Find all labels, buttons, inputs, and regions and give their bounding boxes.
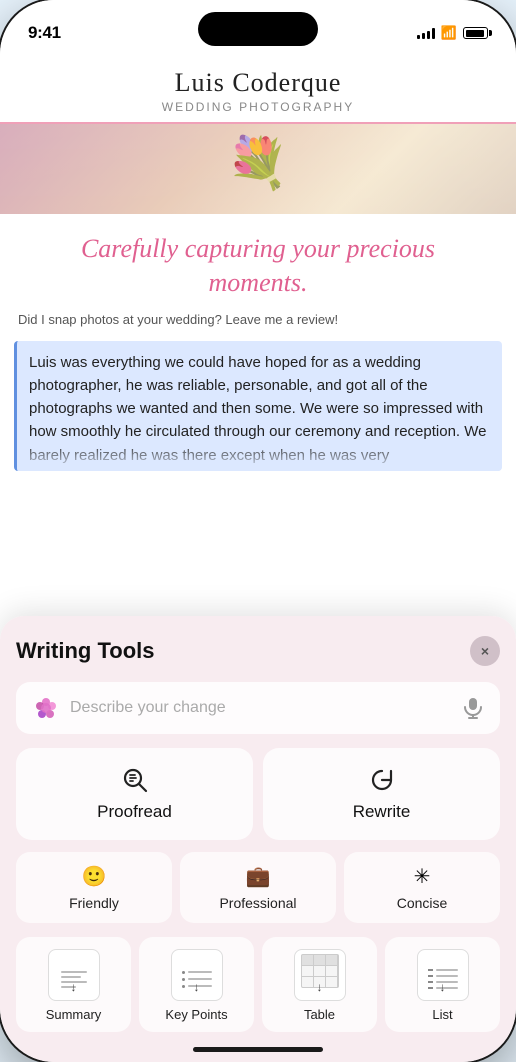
table-label: Table — [304, 1007, 335, 1022]
list-button[interactable]: ↓ List — [385, 937, 500, 1032]
rewrite-icon — [368, 766, 396, 794]
concise-icon: ✳ — [414, 864, 431, 889]
list-icon: ↓ — [417, 949, 469, 1001]
status-time: 9:41 — [28, 23, 61, 43]
table-button[interactable]: ↓ Table — [262, 937, 377, 1032]
site-subtitle: Wedding Photography — [20, 100, 496, 114]
summary-button[interactable]: ↓ Summary — [16, 937, 131, 1032]
summary-icon: ↓ — [48, 949, 100, 1001]
tone-actions: 🙂 Friendly 💼 Professional ✳ Concise — [16, 852, 500, 923]
proofread-icon — [121, 766, 149, 794]
search-placeholder[interactable]: Describe your change — [70, 699, 452, 717]
panel-title: Writing Tools — [16, 638, 155, 664]
friendly-icon: 🙂 — [82, 864, 107, 889]
list-label: List — [432, 1007, 452, 1022]
proofread-button[interactable]: Proofread — [16, 748, 253, 840]
professional-icon: 💼 — [246, 864, 271, 889]
mic-icon[interactable] — [462, 697, 484, 719]
proofread-label: Proofread — [97, 802, 172, 822]
home-indicator — [193, 1047, 323, 1052]
concise-label: Concise — [397, 895, 448, 911]
professional-label: Professional — [219, 895, 296, 911]
rewrite-button[interactable]: Rewrite — [263, 748, 500, 840]
professional-button[interactable]: 💼 Professional — [180, 852, 336, 923]
search-bar[interactable]: Describe your change — [16, 682, 500, 734]
format-actions: ↓ Summary ↓ Key Points — [16, 937, 500, 1032]
writing-tools-panel: Writing Tools × Describe your change — [0, 616, 516, 1062]
hero-image — [0, 124, 516, 214]
friendly-label: Friendly — [69, 895, 119, 911]
phone-frame: 9:41 📶 Luis Coderque Wedding Photography… — [0, 0, 516, 1062]
selected-text: Luis was everything we could have hoped … — [14, 341, 502, 471]
rewrite-label: Rewrite — [353, 802, 411, 822]
concise-button[interactable]: ✳ Concise — [344, 852, 500, 923]
site-tagline: Carefully capturing your precious moment… — [0, 214, 516, 308]
wifi-icon: 📶 — [441, 25, 457, 41]
review-prompt: Did I snap photos at your wedding? Leave… — [0, 308, 516, 337]
dynamic-island — [198, 12, 318, 46]
key-points-label: Key Points — [165, 1007, 227, 1022]
close-button[interactable]: × — [470, 636, 500, 666]
main-actions: Proofread Rewrite — [16, 748, 500, 840]
key-points-icon: ↓ — [171, 949, 223, 1001]
panel-header: Writing Tools × — [16, 636, 500, 666]
friendly-button[interactable]: 🙂 Friendly — [16, 852, 172, 923]
status-icons: 📶 — [417, 25, 488, 41]
key-points-button[interactable]: ↓ Key Points — [139, 937, 254, 1032]
ai-flower-icon — [32, 694, 60, 722]
battery-icon — [463, 27, 488, 39]
website-content: Luis Coderque Wedding Photography Carefu… — [0, 54, 516, 471]
summary-label: Summary — [46, 1007, 102, 1022]
signal-icon — [417, 27, 435, 39]
site-header: Luis Coderque Wedding Photography — [0, 54, 516, 124]
table-icon: ↓ — [294, 949, 346, 1001]
site-title: Luis Coderque — [20, 68, 496, 98]
